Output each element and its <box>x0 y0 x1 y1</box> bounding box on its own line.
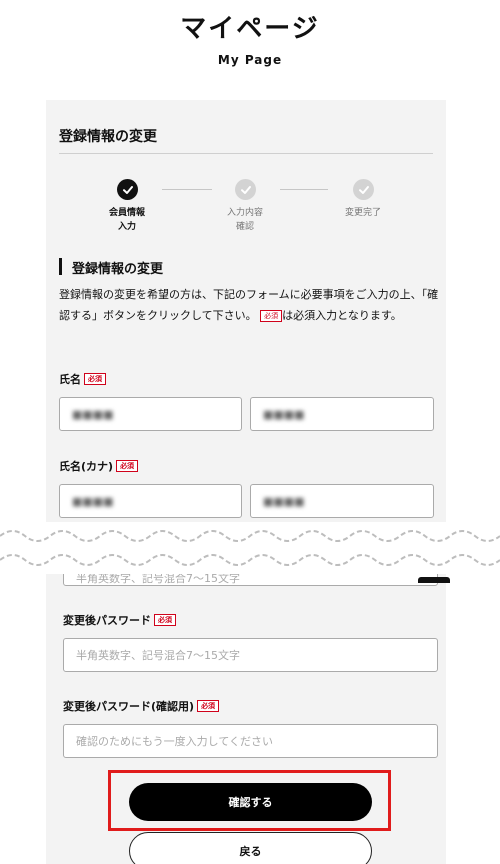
back-button[interactable]: 戻る <box>129 832 372 864</box>
new-password-confirm-input[interactable]: 確認のためにもう一度入力してください <box>63 724 438 758</box>
required-badge: 必須 <box>116 460 139 472</box>
new-password-confirm-label: 変更後パスワード(確認用) 必須 <box>63 698 220 714</box>
required-badge: 必須 <box>84 373 106 385</box>
required-badge: 必須 <box>260 310 283 322</box>
step-2-label: 入力内容 確認 <box>226 208 263 232</box>
panel-heading: 登録情報の変更 <box>59 129 157 145</box>
section-title: 登録情報の変更 <box>72 262 164 277</box>
new-password-label: 変更後パスワード 必須 <box>63 612 176 628</box>
first-name-kana-input[interactable]: ■■■■ <box>250 484 434 518</box>
new-password-input[interactable]: 半角英数字、記号混合7〜15文字 <box>63 638 438 672</box>
form-panel: 登録情報の変更 会員情報 入力 入力内容 確認 変更完了 登録情報の変更 登録情… <box>46 100 446 864</box>
step-2-check-icon <box>235 179 256 200</box>
name-kana-label: 氏名(カナ) 必須 <box>59 458 139 474</box>
confirm-button[interactable]: 確認する <box>129 783 372 821</box>
required-badge: 必須 <box>154 614 176 626</box>
last-name-kana-input[interactable]: ■■■■ <box>59 484 242 518</box>
step-3-label: 変更完了 <box>344 208 381 218</box>
last-name-input[interactable]: ■■■■ <box>59 397 242 431</box>
page-title: マイページ <box>180 14 320 44</box>
wave-divider <box>0 522 500 574</box>
section-bar <box>59 258 62 275</box>
step-3-check-icon <box>353 179 374 200</box>
first-name-input[interactable]: ■■■■ <box>250 397 434 431</box>
step-1-check-icon <box>117 179 138 200</box>
name-label: 氏名 必須 <box>59 371 106 387</box>
divider <box>59 153 433 154</box>
scroll-marker <box>418 577 450 583</box>
page-subtitle: My Page <box>217 53 283 67</box>
intro-text: 登録情報の変更を希望の方は、下記のフォームに必要事項をご入力の上、「確認する」ボ… <box>59 288 439 322</box>
step-connector <box>280 189 328 190</box>
step-1-label: 会員情報 入力 <box>108 208 145 232</box>
step-connector <box>162 189 212 190</box>
required-badge: 必須 <box>197 700 220 712</box>
